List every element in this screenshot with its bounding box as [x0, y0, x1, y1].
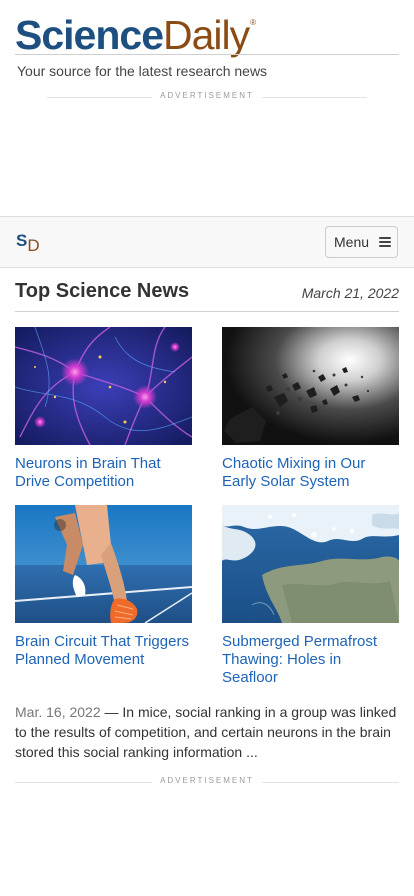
ad-label-text: ADVERTISEMENT: [152, 776, 262, 785]
permafrost-image[interactable]: [222, 505, 399, 623]
navbar: SD Menu: [0, 216, 414, 268]
advertisement-label-bottom: ADVERTISEMENT: [15, 776, 399, 788]
menu-button[interactable]: Menu: [325, 226, 398, 258]
neurons-image[interactable]: [15, 327, 192, 445]
section-date: March 21, 2022: [301, 285, 399, 301]
story-title-link[interactable]: Chaotic Mixing in Our Early Solar System: [222, 455, 399, 491]
story-title-link[interactable]: Submerged Permafrost Thawing: Holes in S…: [222, 633, 399, 687]
story-summary: Mar. 16, 2022 — In mice, social ranking …: [15, 702, 401, 762]
story-card-brain-circuit[interactable]: Brain Circuit That Triggers Planned Move…: [15, 505, 192, 669]
asteroid-image[interactable]: [222, 327, 399, 445]
ad-label-text: ADVERTISEMENT: [152, 91, 262, 100]
site-tagline: Your source for the latest research news: [17, 63, 268, 79]
summary-separator: —: [100, 704, 123, 720]
logo-divider: [15, 54, 399, 55]
story-title-link[interactable]: Neurons in Brain That Drive Competition: [15, 455, 192, 491]
logo-science-text: Science: [15, 12, 164, 58]
story-card-permafrost[interactable]: Submerged Permafrost Thawing: Holes in S…: [222, 505, 399, 687]
menu-label: Menu: [334, 234, 370, 250]
story-card-neurons[interactable]: Neurons in Brain That Drive Competition: [15, 327, 192, 491]
summary-date: Mar. 16, 2022: [15, 704, 101, 720]
brand-d: D: [27, 236, 40, 255]
navbar-brand[interactable]: SD: [16, 231, 40, 255]
sprinter-image[interactable]: [15, 505, 192, 623]
registered-mark: ®: [250, 18, 257, 27]
logo-daily-text: Daily: [163, 12, 250, 58]
brand-s: S: [16, 231, 28, 250]
story-card-solar-system[interactable]: Chaotic Mixing in Our Early Solar System: [222, 327, 399, 491]
section-header: Top Science News March 21, 2022: [15, 280, 399, 312]
advertisement-label-top: ADVERTISEMENT: [47, 91, 367, 103]
section-title: Top Science News: [15, 280, 190, 302]
site-logo[interactable]: ScienceDaily®: [15, 12, 257, 58]
hamburger-icon: [379, 237, 392, 247]
story-title-link[interactable]: Brain Circuit That Triggers Planned Move…: [15, 633, 192, 669]
